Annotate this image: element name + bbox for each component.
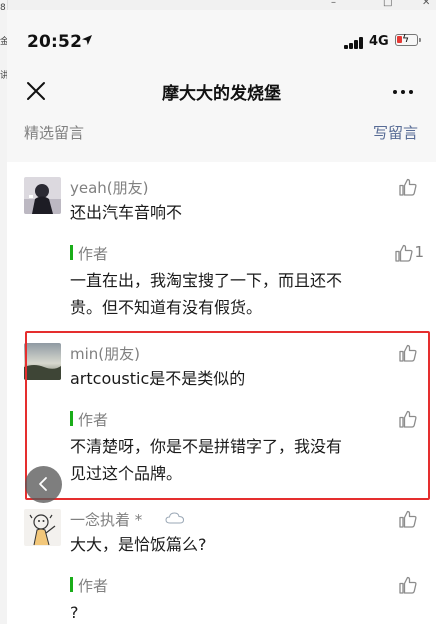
signal-icon	[344, 37, 366, 49]
thumbs-up-icon[interactable]	[394, 243, 414, 263]
commenter-name: min(朋友)	[70, 345, 140, 363]
reply-text-line: 一直在出，我淘宝搜了一下，而且还不	[70, 271, 343, 290]
reply-author-label: 作者	[70, 243, 108, 264]
reply-text-line: ?	[70, 603, 79, 622]
battery-icon: ϟ	[395, 33, 418, 46]
status-time: 20:52	[27, 32, 83, 52]
phone-screen: 20:52 4G ϟ 摩大大的发烧堡 精选留言 写留言 yeah(朋友) 还出汽…	[7, 10, 436, 624]
reply-author-label: 作者	[70, 575, 108, 596]
thumbs-up-icon[interactable]	[398, 509, 418, 529]
window-close-button[interactable]: ✕	[422, 0, 430, 8]
thumbs-up-icon[interactable]	[398, 343, 418, 363]
write-comment-link[interactable]: 写留言	[373, 122, 418, 143]
chevron-left-icon	[39, 477, 47, 491]
commenter-name: yeah(朋友)	[70, 179, 149, 197]
thumbs-up-icon[interactable]	[398, 177, 418, 197]
navigation-bar: 摩大大的发烧堡	[7, 64, 436, 116]
thumbs-up-icon[interactable]	[398, 409, 418, 429]
reply-author-label: 作者	[70, 409, 108, 430]
battery-tip	[419, 38, 421, 42]
featured-comments-title: 精选留言	[24, 124, 85, 142]
reply-text-line: 贵。但不知道有没有假货。	[70, 298, 263, 317]
comment-text: artcoustic是不是类似的	[70, 369, 246, 388]
comments-header: 精选留言 写留言	[7, 116, 436, 162]
avatar[interactable]	[24, 177, 61, 214]
window-maximize-button[interactable]: □	[383, 0, 392, 8]
window-titlebar: – □ ✕	[0, 0, 436, 10]
comment-text: 还出汽车音响不	[70, 203, 183, 222]
like-count: 1	[414, 243, 424, 261]
more-icon[interactable]	[393, 90, 417, 96]
cloud-icon	[165, 512, 185, 524]
page-title: 摩大大的发烧堡	[162, 84, 281, 104]
side-label: 8	[0, 3, 6, 13]
reply-text-line: 见过这个品牌。	[70, 464, 183, 483]
location-arrow-icon	[82, 35, 92, 45]
back-float-button[interactable]	[25, 466, 62, 503]
avatar[interactable]	[24, 343, 61, 380]
comment-text: 大大，是恰饭篇么?	[70, 535, 207, 554]
status-bar: 20:52 4G ϟ	[7, 10, 436, 64]
thumbs-up-icon[interactable]	[398, 575, 418, 595]
commenter-name: 一念执着 *	[70, 511, 143, 529]
window-minimize-button[interactable]: –	[331, 0, 336, 8]
network-type: 4G	[369, 34, 389, 49]
reply-text-line: 不清楚呀，你是不是拼错字了，我没有	[70, 437, 343, 456]
avatar[interactable]	[24, 509, 61, 546]
